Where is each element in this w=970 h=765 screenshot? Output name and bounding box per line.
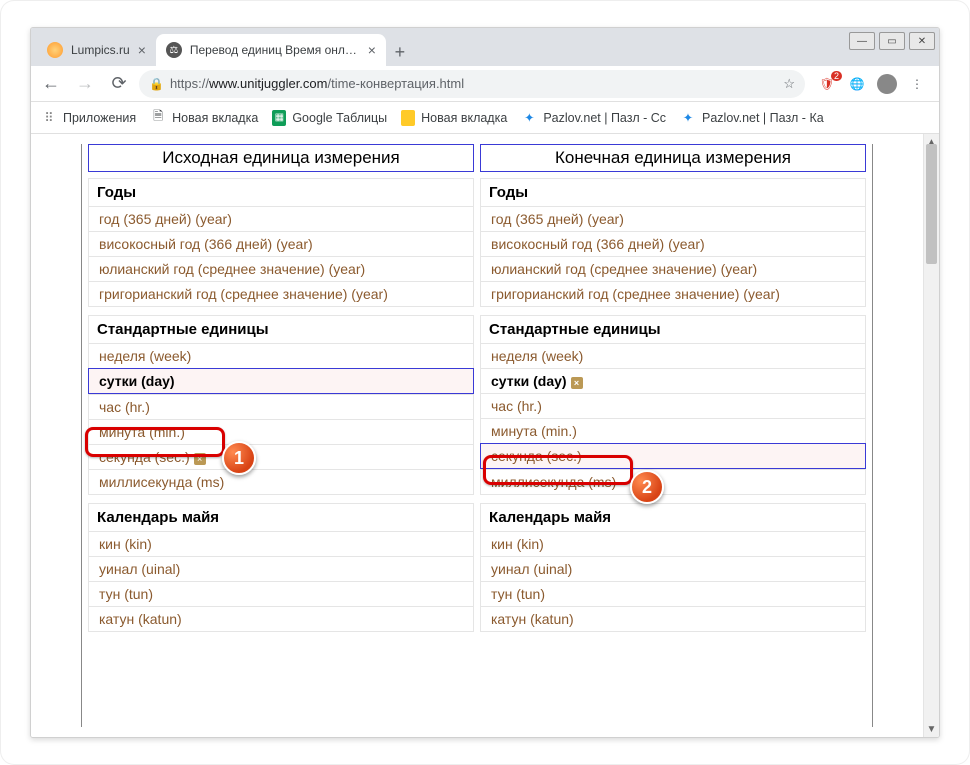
group-standard: Стандартные единицы [88, 315, 474, 343]
titlebar: Lumpics.ru × ⚖ Перевод единиц Время онла… [31, 28, 939, 66]
puzzle-icon: ✦ [521, 110, 537, 126]
unit-second-selected[interactable]: секунда (sec.) [480, 443, 866, 469]
tab-unitjuggler[interactable]: ⚖ Перевод единиц Время онлайн × [156, 34, 386, 66]
unit-leap-year[interactable]: високосный год (366 дней) (year) [88, 231, 474, 256]
avatar[interactable] [877, 74, 897, 94]
unit-kin[interactable]: кин (kin) [480, 531, 866, 556]
bookmark-star-icon[interactable]: ☆ [783, 76, 795, 92]
address-bar: ← → ⟳ 🔒 https://www.unitjuggler.com/time… [31, 66, 939, 102]
apps-button[interactable]: ⠿Приложения [41, 110, 136, 126]
url-host: www.unitjuggler.com [209, 76, 328, 91]
bookmark-item[interactable]: ✦Pazlov.net | Пазл - Ка [680, 110, 824, 126]
apps-icon: ⠿ [41, 110, 57, 126]
maximize-button[interactable]: ▭ [879, 32, 905, 50]
unit-kin[interactable]: кин (kin) [88, 531, 474, 556]
unit-uinal[interactable]: уинал (uinal) [88, 556, 474, 581]
unit-year[interactable]: год (365 дней) (year) [480, 206, 866, 231]
bookmarks-bar: ⠿Приложения 🗎Новая вкладка ▦Google Табли… [31, 102, 939, 134]
source-header: Исходная единица измерения [88, 144, 474, 172]
close-icon[interactable]: × [368, 42, 376, 58]
unit-leap-year[interactable]: високосный год (366 дней) (year) [480, 231, 866, 256]
target-header: Конечная единица измерения [480, 144, 866, 172]
unit-katun[interactable]: катун (katun) [480, 606, 866, 632]
menu-icon[interactable]: ⋮ [907, 74, 927, 94]
puzzle-icon: ✦ [680, 110, 696, 126]
source-column: Исходная единица измерения Годы год (365… [88, 144, 474, 727]
tab-title: Lumpics.ru [71, 43, 130, 57]
unit-julian-year[interactable]: юлианский год (среднее значение) (year) [88, 256, 474, 281]
favicon-unitjuggler: ⚖ [166, 42, 182, 58]
unit-week[interactable]: неделя (week) [88, 343, 474, 368]
unit-uinal[interactable]: уинал (uinal) [480, 556, 866, 581]
group-maya: Календарь майя [88, 503, 474, 531]
unit-tun[interactable]: тун (tun) [88, 581, 474, 606]
vertical-scrollbar[interactable]: ▲ ▼ [923, 134, 939, 737]
back-button[interactable]: ← [37, 70, 65, 98]
group-years: Годы [480, 178, 866, 206]
unit-week[interactable]: неделя (week) [480, 343, 866, 368]
close-icon[interactable]: × [138, 42, 146, 58]
tab-title: Перевод единиц Время онлайн [190, 43, 360, 57]
close-window-button[interactable]: ✕ [909, 32, 935, 50]
bookmark-item[interactable]: Новая вкладка [401, 110, 507, 126]
unit-gregorian-year[interactable]: григорианский год (среднее значение) (ye… [88, 281, 474, 307]
delete-icon[interactable]: × [571, 377, 583, 389]
url-path: /time-конвертация.html [327, 76, 464, 91]
scroll-thumb[interactable] [926, 144, 937, 264]
unit-ms[interactable]: миллисекунда (ms) [88, 469, 474, 495]
group-years: Годы [88, 178, 474, 206]
unit-minute[interactable]: минута (min.) [88, 419, 474, 444]
tab-lumpics[interactable]: Lumpics.ru × [37, 34, 156, 66]
bookmark-item[interactable]: 🗎Новая вкладка [150, 110, 258, 126]
group-maya: Календарь майя [480, 503, 866, 531]
page-content: Исходная единица измерения Годы год (365… [31, 134, 923, 737]
unit-minute[interactable]: минута (min.) [480, 418, 866, 443]
group-standard: Стандартные единицы [480, 315, 866, 343]
unit-ms[interactable]: миллисекунда (ms) [480, 469, 866, 495]
scroll-down-icon[interactable]: ▼ [924, 721, 939, 737]
minimize-button[interactable]: — [849, 32, 875, 50]
unit-julian-year[interactable]: юлианский год (среднее значение) (year) [480, 256, 866, 281]
unit-gregorian-year[interactable]: григорианский год (среднее значение) (ye… [480, 281, 866, 307]
url-scheme: https:// [170, 76, 209, 91]
unit-day-bold[interactable]: сутки (day)× [480, 368, 866, 393]
reload-button[interactable]: ⟳ [105, 70, 133, 98]
unit-tun[interactable]: тун (tun) [480, 581, 866, 606]
unit-hour[interactable]: час (hr.) [88, 394, 474, 419]
delete-icon[interactable]: × [194, 453, 206, 465]
new-tab-button[interactable]: + [386, 38, 414, 66]
target-column: Конечная единица измерения Годы год (365… [480, 144, 866, 727]
extension-icon[interactable]: 🛡 [817, 74, 837, 94]
page-icon [401, 110, 415, 126]
lock-icon: 🔒 [149, 77, 164, 91]
unit-second[interactable]: секунда (sec.)× [88, 444, 474, 469]
forward-button[interactable]: → [71, 70, 99, 98]
sheets-icon: ▦ [272, 110, 286, 126]
bookmark-item[interactable]: ✦Pazlov.net | Пазл - Сс [521, 110, 666, 126]
unit-hour[interactable]: час (hr.) [480, 393, 866, 418]
unit-year[interactable]: год (365 дней) (year) [88, 206, 474, 231]
favicon-lumpics [47, 42, 63, 58]
extension-icon-globe[interactable]: 🌐 [847, 74, 867, 94]
unit-day-selected[interactable]: сутки (day) [88, 368, 474, 394]
unit-katun[interactable]: катун (katun) [88, 606, 474, 632]
bookmark-item[interactable]: ▦Google Таблицы [272, 110, 387, 126]
omnibox[interactable]: 🔒 https://www.unitjuggler.com/time-конве… [139, 70, 805, 98]
page-icon: 🗎 [150, 110, 166, 126]
